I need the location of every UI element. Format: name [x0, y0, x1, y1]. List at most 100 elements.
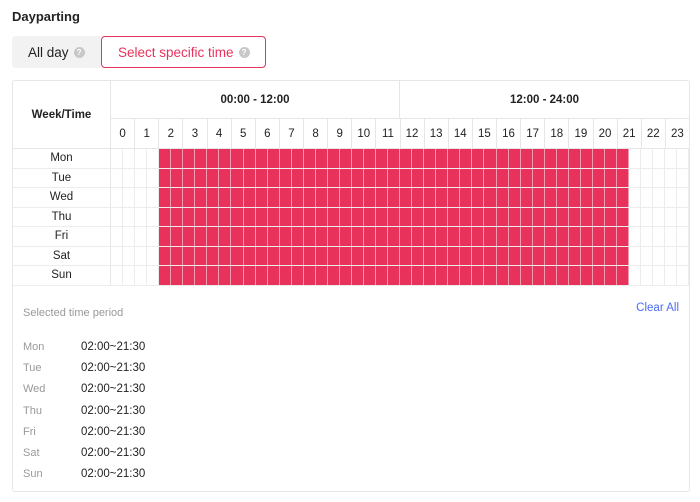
time-slot-selected[interactable] [255, 168, 268, 187]
time-slot[interactable] [111, 188, 124, 207]
time-slot[interactable] [123, 168, 136, 187]
time-slot-selected[interactable] [255, 207, 268, 226]
time-slot[interactable] [665, 246, 678, 265]
time-slot[interactable] [653, 149, 666, 168]
time-slot[interactable] [111, 227, 124, 246]
help-icon[interactable]: ? [238, 46, 250, 58]
time-slot-selected[interactable] [556, 266, 569, 285]
time-slot-selected[interactable] [400, 227, 413, 246]
time-slot[interactable] [147, 188, 160, 207]
time-slot-selected[interactable] [267, 227, 280, 246]
time-slot-selected[interactable] [460, 266, 473, 285]
time-slot-selected[interactable] [580, 207, 593, 226]
time-slot-selected[interactable] [604, 207, 617, 226]
time-slot-selected[interactable] [267, 168, 280, 187]
time-slot-selected[interactable] [327, 188, 340, 207]
time-slot-selected[interactable] [484, 266, 497, 285]
time-slot-selected[interactable] [580, 188, 593, 207]
time-slot-selected[interactable] [339, 266, 352, 285]
time-slot-selected[interactable] [303, 246, 316, 265]
time-slot-selected[interactable] [568, 266, 581, 285]
time-slot-selected[interactable] [400, 207, 413, 226]
time-slot-selected[interactable] [556, 246, 569, 265]
time-slot-selected[interactable] [520, 266, 533, 285]
time-slot-selected[interactable] [243, 188, 256, 207]
time-slot-selected[interactable] [339, 168, 352, 187]
time-slot-selected[interactable] [616, 168, 630, 187]
time-slot-selected[interactable] [267, 207, 280, 226]
time-slot-selected[interactable] [436, 266, 449, 285]
time-slot-selected[interactable] [255, 266, 268, 285]
time-slot-selected[interactable] [532, 227, 545, 246]
time-slot-selected[interactable] [448, 188, 461, 207]
time-slot-selected[interactable] [532, 266, 545, 285]
time-slot-selected[interactable] [303, 168, 316, 187]
time-slot-selected[interactable] [339, 227, 352, 246]
time-slot-selected[interactable] [267, 149, 280, 168]
time-slot[interactable] [641, 168, 654, 187]
time-slot[interactable] [123, 188, 136, 207]
time-slot-selected[interactable] [327, 168, 340, 187]
time-slot-selected[interactable] [400, 168, 413, 187]
time-slot-selected[interactable] [327, 246, 340, 265]
time-slot-selected[interactable] [568, 188, 581, 207]
time-slot[interactable] [665, 266, 678, 285]
time-slot-selected[interactable] [556, 168, 569, 187]
time-slot-selected[interactable] [496, 227, 509, 246]
time-slot-selected[interactable] [327, 266, 340, 285]
time-slot[interactable] [653, 168, 666, 187]
time-slot-selected[interactable] [508, 246, 521, 265]
time-slot-selected[interactable] [544, 246, 557, 265]
time-slot-selected[interactable] [363, 149, 377, 168]
time-slot-selected[interactable] [436, 246, 449, 265]
time-slot[interactable] [629, 246, 642, 265]
time-slot[interactable] [111, 266, 124, 285]
time-slot-selected[interactable] [436, 149, 449, 168]
time-slot-selected[interactable] [363, 168, 377, 187]
time-slot-selected[interactable] [267, 188, 280, 207]
time-slot-selected[interactable] [520, 188, 533, 207]
time-slot-selected[interactable] [532, 246, 545, 265]
time-slot[interactable] [123, 227, 136, 246]
time-slot-selected[interactable] [604, 149, 617, 168]
time-slot-selected[interactable] [171, 168, 184, 187]
time-slot-selected[interactable] [255, 227, 268, 246]
time-slot-selected[interactable] [460, 188, 473, 207]
time-slot-selected[interactable] [339, 246, 352, 265]
time-slot-selected[interactable] [315, 227, 328, 246]
time-slot-selected[interactable] [424, 266, 437, 285]
time-slot-selected[interactable] [388, 246, 401, 265]
time-slot-selected[interactable] [291, 246, 304, 265]
time-slot-selected[interactable] [592, 246, 605, 265]
time-slot[interactable] [629, 168, 642, 187]
time-slot-selected[interactable] [508, 149, 521, 168]
clear-all-button[interactable]: Clear All [636, 302, 679, 314]
time-slot-selected[interactable] [388, 168, 401, 187]
time-slot-selected[interactable] [508, 266, 521, 285]
time-slot-selected[interactable] [351, 188, 364, 207]
time-slot-selected[interactable] [279, 188, 292, 207]
time-slot-selected[interactable] [424, 188, 437, 207]
time-slot[interactable] [135, 246, 148, 265]
time-slot-selected[interactable] [363, 207, 377, 226]
time-slot-selected[interactable] [315, 168, 328, 187]
time-slot-selected[interactable] [219, 246, 232, 265]
time-slot-selected[interactable] [339, 188, 352, 207]
time-slot-selected[interactable] [616, 227, 630, 246]
time-slot-selected[interactable] [580, 246, 593, 265]
time-slot-selected[interactable] [243, 207, 256, 226]
time-slot-selected[interactable] [159, 149, 172, 168]
time-slot[interactable] [629, 266, 642, 285]
time-slot-selected[interactable] [231, 246, 244, 265]
time-slot-selected[interactable] [400, 149, 413, 168]
time-slot-selected[interactable] [436, 168, 449, 187]
time-slot-selected[interactable] [520, 246, 533, 265]
time-slot-selected[interactable] [484, 168, 497, 187]
time-slot-selected[interactable] [496, 188, 509, 207]
time-slot[interactable] [147, 149, 160, 168]
time-slot-selected[interactable] [291, 266, 304, 285]
time-slot-selected[interactable] [315, 149, 328, 168]
time-slot-selected[interactable] [436, 188, 449, 207]
time-slot-selected[interactable] [327, 227, 340, 246]
time-slot-selected[interactable] [544, 207, 557, 226]
